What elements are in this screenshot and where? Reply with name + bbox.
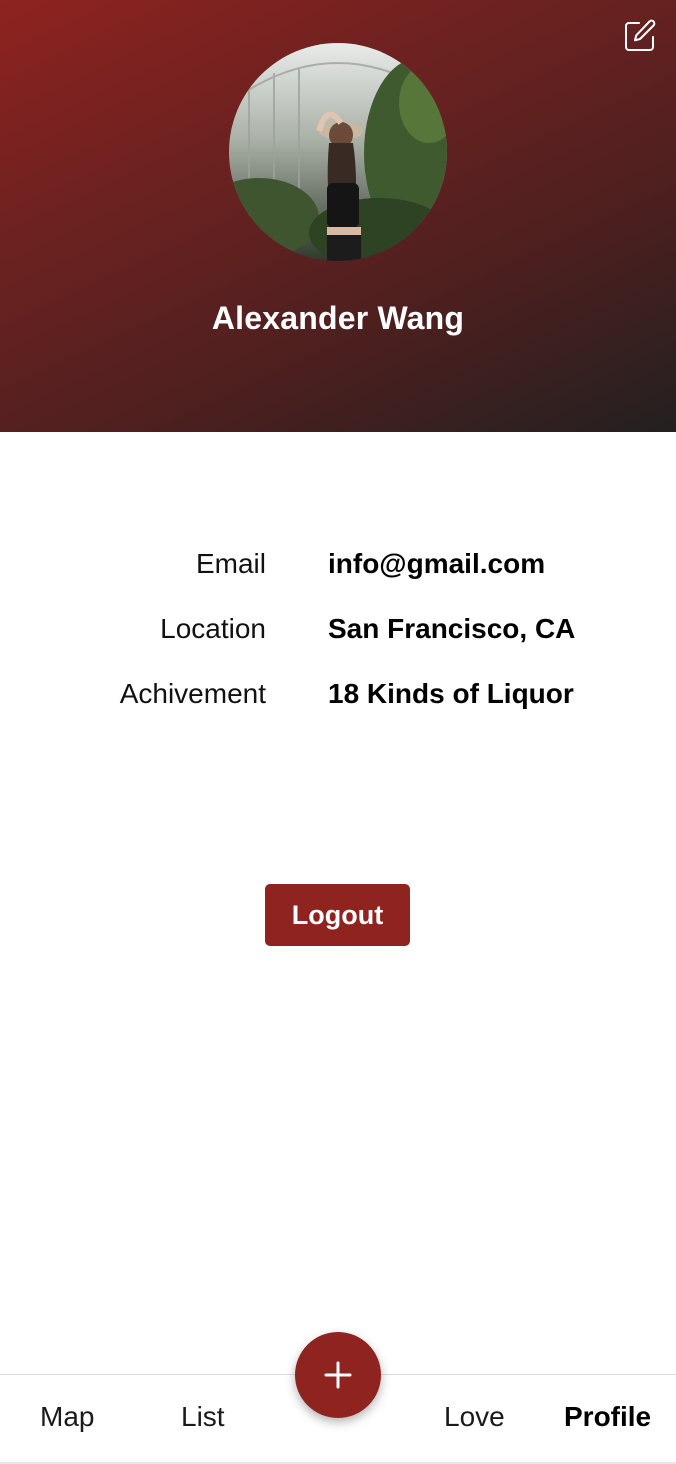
edit-profile-button[interactable]	[620, 16, 660, 56]
nav-item-map[interactable]: Map	[40, 1401, 94, 1433]
profile-info: Email info@gmail.com Location San Franci…	[0, 540, 676, 735]
add-button[interactable]	[295, 1332, 381, 1418]
profile-screen: Alexander Wang Email info@gmail.com Loca…	[0, 0, 676, 1464]
nav-item-love[interactable]: Love	[444, 1401, 505, 1433]
avatar	[229, 43, 447, 261]
plus-icon	[324, 1361, 352, 1389]
edit-icon	[625, 19, 656, 51]
user-name: Alexander Wang	[211, 300, 465, 336]
info-row-location: Location San Francisco, CA	[0, 605, 676, 670]
info-row-email: Email info@gmail.com	[0, 540, 676, 605]
profile-header: Alexander Wang	[0, 0, 676, 432]
achievement-label: Achivement	[119, 678, 266, 709]
logout-button[interactable]: Logout	[265, 884, 410, 946]
achievement-value: 18 Kinds of Liquor	[328, 678, 574, 709]
location-label: Location	[160, 613, 266, 644]
nav-item-profile[interactable]: Profile	[564, 1401, 651, 1433]
email-label: Email	[195, 548, 266, 579]
info-row-achievement: Achivement 18 Kinds of Liquor	[0, 670, 676, 735]
nav-item-list[interactable]: List	[181, 1401, 225, 1433]
email-value: info@gmail.com	[328, 548, 546, 579]
avatar-photo	[229, 43, 447, 261]
location-value: San Francisco, CA	[328, 613, 576, 644]
